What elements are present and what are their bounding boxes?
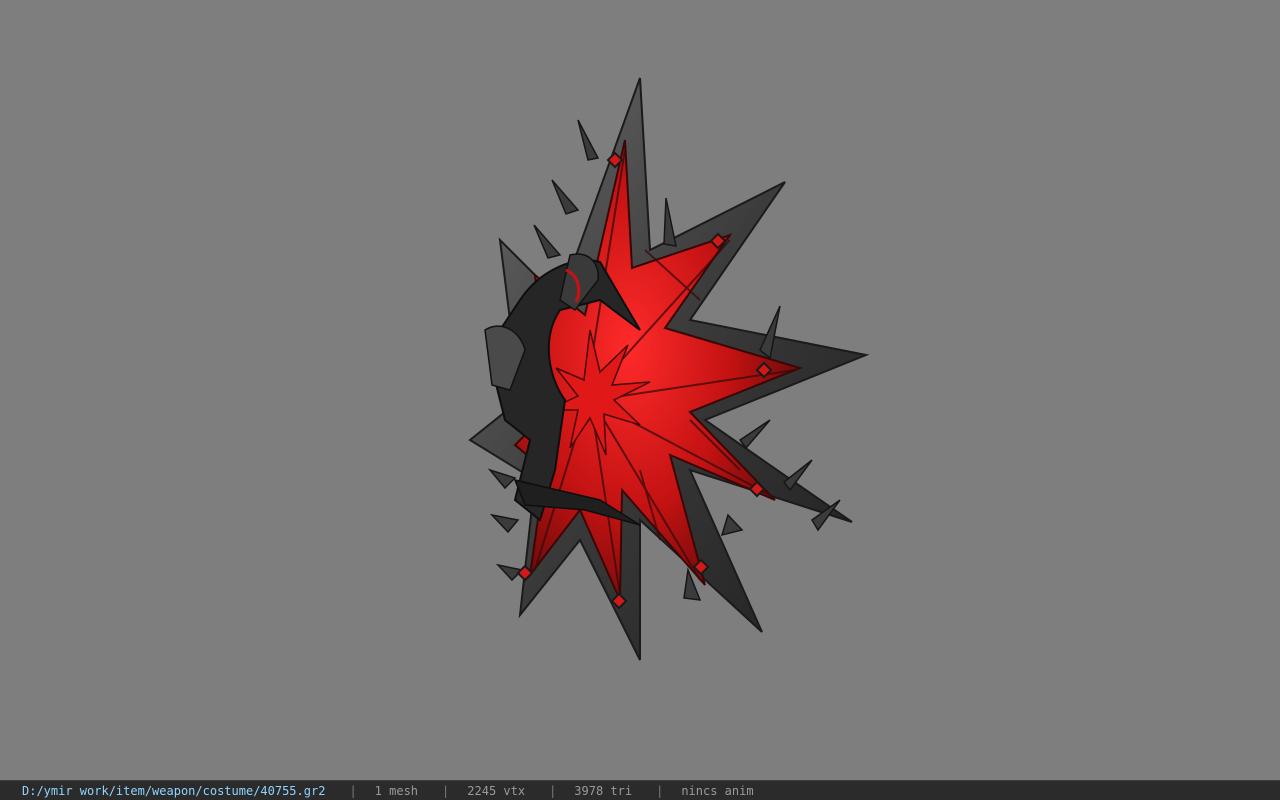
weapon-model (468, 77, 870, 661)
triangle-count-label: 3978 tri (574, 783, 633, 798)
status-bar: D:/ymir work/item/weapon/costume/40755.g… (0, 780, 1280, 800)
separator: | (349, 783, 357, 798)
separator: | (549, 783, 557, 798)
separator: | (656, 783, 664, 798)
separator: | (442, 783, 450, 798)
3d-viewport[interactable] (0, 0, 1280, 780)
mesh-count-label: 1 mesh (374, 783, 419, 798)
animation-label: nincs anim (681, 783, 754, 798)
vertex-count-label: 2245 vtx (467, 783, 526, 798)
file-path-label: D:/ymir work/item/weapon/costume/40755.g… (22, 783, 326, 798)
